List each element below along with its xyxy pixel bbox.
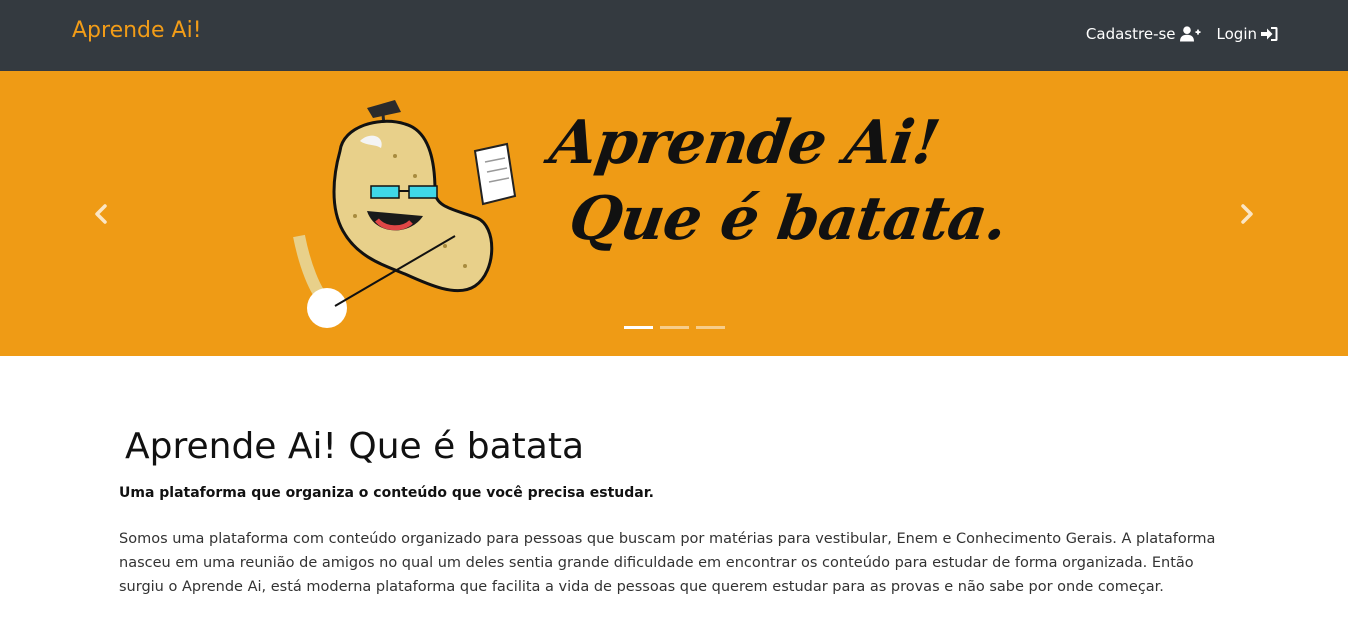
carousel-indicator-3[interactable] [696,326,725,329]
sign-in-icon [1261,27,1278,41]
nav-links: Cadastre-se Login [1086,25,1278,43]
about-section: Aprende Ai! Que é batata Uma plataforma … [119,425,1229,599]
page-title: Aprende Ai! Que é batata [125,426,584,467]
carousel-indicators [624,326,725,329]
potato-mascot-image [293,100,517,328]
navbar: Aprende Ai! Cadastre-se Login [0,0,1348,71]
description-text: Somos uma plataforma com conteúdo organi… [119,531,1216,595]
carousel-prev-button[interactable] [86,199,116,229]
lead-text: Uma plataforma que organiza o conteúdo q… [119,485,654,501]
banner-slogan: Aprende Ai! Que é batata. [534,107,1025,259]
brand-link[interactable]: Aprende Ai! [72,18,202,43]
user-plus-icon [1179,26,1201,42]
slogan-line-1: Aprende Ai! [545,108,944,178]
slogan-line-2: Que é batata. [565,184,1011,254]
login-label: Login [1216,25,1257,43]
signup-label: Cadastre-se [1085,25,1176,43]
carousel-indicator-1[interactable] [624,326,653,329]
signup-link[interactable]: Cadastre-se [1086,25,1201,43]
login-link[interactable]: Login [1217,25,1278,43]
chevron-right-icon [1241,204,1253,224]
carousel-next-button[interactable] [1232,199,1262,229]
carousel-indicator-2[interactable] [660,326,689,329]
hero-carousel: Aprende Ai! Que é batata. [0,71,1348,356]
chevron-left-icon [95,204,107,224]
